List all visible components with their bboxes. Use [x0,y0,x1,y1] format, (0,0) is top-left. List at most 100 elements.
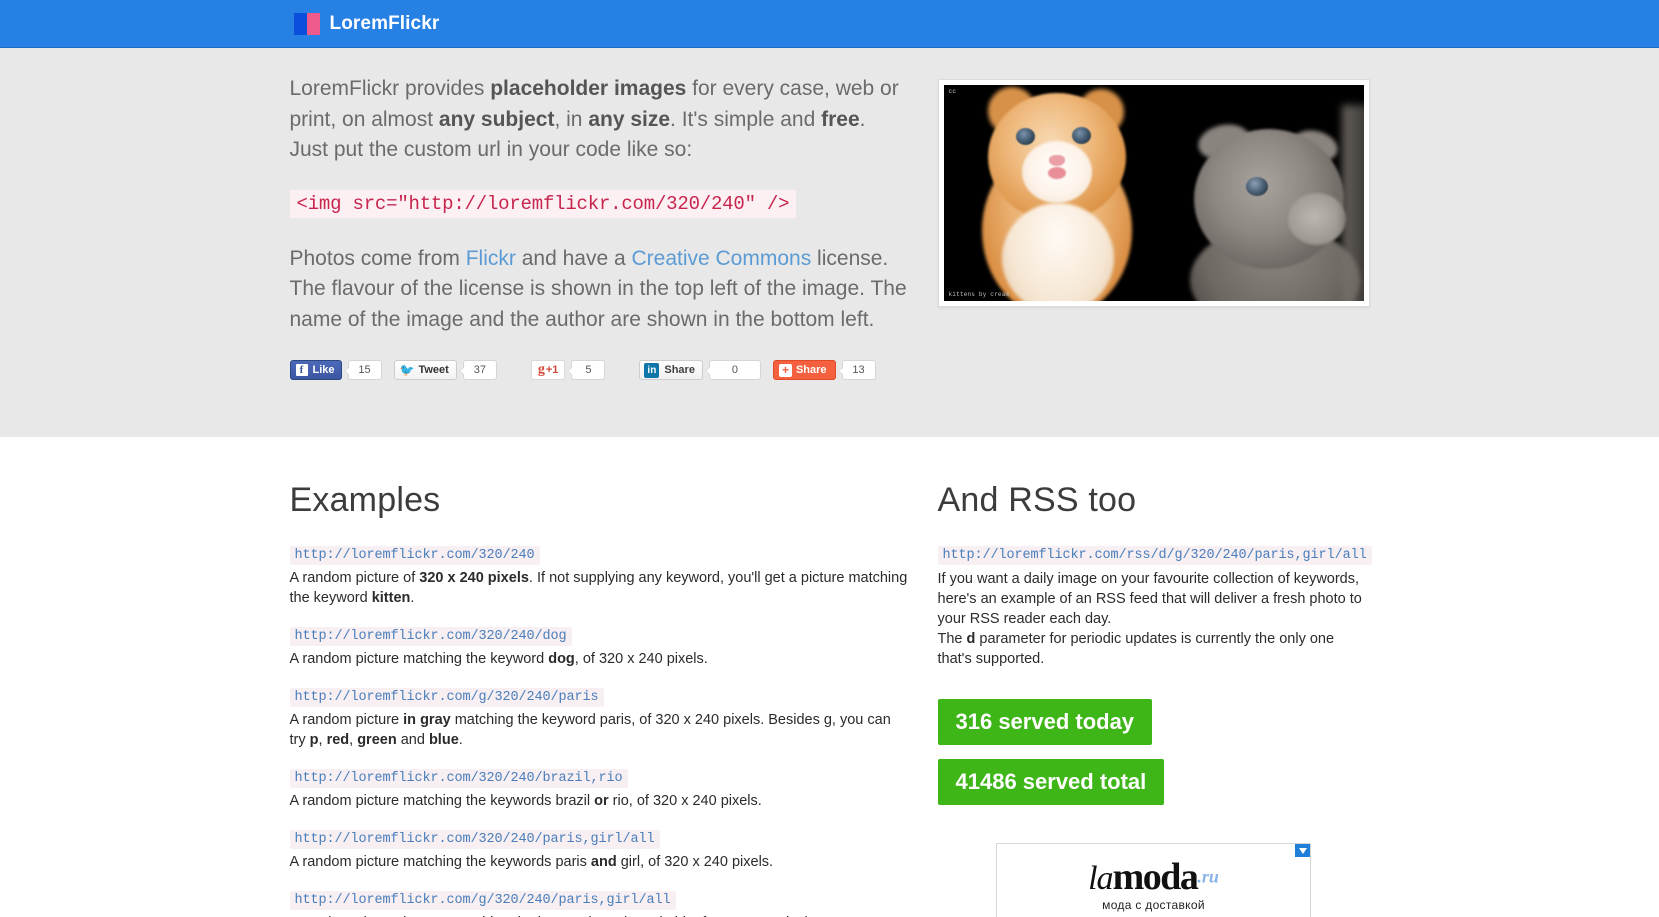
example-desc-text: A random picture matching the keyword [289,651,549,668]
examples-list: http://loremflickr.com/320/240 A random p… [289,545,908,917]
img-tag-snippet[interactable]: <img src="http://loremflickr.com/320/240… [289,189,797,218]
linkedin-share-count: 0 [704,360,761,380]
facebook-icon: f [295,364,308,376]
rss-param-text-2: parameter for periodic updates is curren… [937,631,1335,668]
example-url[interactable]: http://loremflickr.com/320/240 [289,546,540,566]
example-description: A random picture matching the keywords p… [290,852,908,872]
lamoda-ad-banner[interactable]: lamoda.ru мода с доставкой [996,843,1311,917]
examples-heading: Examples [289,481,441,519]
ad-brand-logo: lamoda.ru [997,844,1310,896]
addthis-share-button[interactable]: + Share [772,360,836,380]
example-desc-text: and [396,732,429,749]
served-total-badge: 41486 served total [937,759,1165,806]
example-desc-text: A random picture matching the keywords p… [289,854,591,871]
addthis-share-count: 13 [837,360,876,380]
linkedin-share-button[interactable]: in Share [639,360,703,380]
ad-brand-ru: .ru [1197,867,1219,888]
hero-text-column: LoremFlickr provides placeholder images … [289,74,908,381]
example-url[interactable]: http://loremflickr.com/g/320/240/paris,g… [289,891,676,911]
rss-param-text-1: The [937,631,967,648]
served-today-badge: 316 served today [937,699,1153,746]
example-desc-text: , [349,732,358,749]
facebook-like-group[interactable]: f Like 15 [289,360,382,380]
top-navbar: LoremFlickr [0,0,1659,48]
rss-description: If you want a daily image on your favour… [937,571,1362,628]
brand-title: LoremFlickr [329,12,440,34]
twitter-tweet-group[interactable]: 🐦 Tweet 37 [393,360,497,380]
addthis-plus-icon: + [778,363,792,377]
intro-bold-placeholder-images: placeholder images [490,77,687,100]
advertisement-wrap: lamoda.ru мода с доставкой [938,843,1370,917]
twitter-tweet-label: Tweet [418,364,449,376]
facebook-like-button[interactable]: f Like [289,360,342,380]
twitter-tweet-button[interactable]: 🐦 Tweet [393,360,457,380]
intro-bold-free: free [821,107,860,131]
intro-text-1: LoremFlickr provides [289,77,491,100]
addthis-share-label: Share [795,364,827,376]
adchoices-icon[interactable] [1295,844,1310,858]
rss-feed-url[interactable]: http://loremflickr.com/rss/d/g/320/240/p… [937,546,1372,566]
example-url[interactable]: http://loremflickr.com/320/240/dog [289,627,572,647]
example-item: http://loremflickr.com/320/240/dog A rand… [289,626,908,669]
example-url[interactable]: http://loremflickr.com/320/240/brazil,ri… [289,769,628,789]
example-desc-text: . [410,590,415,607]
example-desc-text: A random picture [289,712,404,729]
social-share-bar: f Like 15 🐦 Tweet 37 g +1 5 in Share 0 +… [289,359,908,381]
rss-parameter-note: The d parameter for periodic updates is … [938,629,1370,669]
example-desc-bold: kitten [371,590,411,607]
sample-image-frame[interactable]: cc kittens by cream [937,79,1370,307]
loremflickr-logo-icon [293,12,320,35]
hero-image-column: cc kittens by cream [937,74,1370,381]
example-url-wrap: http://loremflickr.com/320/240/paris,gir… [289,829,908,850]
example-desc-bold: green [357,732,397,749]
brand-link[interactable]: LoremFlickr [293,12,440,35]
cc-license-icon: cc [948,88,957,95]
examples-column: Examples http://loremflickr.com/320/240 A… [289,481,908,917]
example-item: http://loremflickr.com/320/240/paris,gir… [289,829,908,872]
facebook-like-count: 15 [343,360,382,380]
example-desc-text: . [458,732,463,749]
example-url-wrap: http://loremflickr.com/g/320/240/paris [289,687,908,708]
rss-url-wrap: http://loremflickr.com/rss/d/g/320/240/p… [937,545,1372,566]
example-desc-text: rio, of 320 x 240 pixels. [608,793,762,810]
main-content: Examples http://loremflickr.com/320/240 A… [289,437,1372,917]
creative-commons-link[interactable]: Creative Commons [631,247,811,270]
license-text-2: and have a [515,246,632,270]
flickr-link[interactable]: Flickr [466,247,516,270]
ad-brand-la: la [1088,860,1113,898]
example-desc-bold: red [326,732,350,749]
googleplus-plusone-label: +1 [545,364,559,376]
example-desc-text: A random picture matching the keywords b… [289,793,595,810]
example-desc-bold: blue [428,732,459,749]
example-description: A random picture of 320 x 240 pixels. If… [290,568,908,608]
intro-bold-any-subject: any subject [438,107,555,131]
served-total-wrap: 41486 served total [937,759,1370,806]
example-desc-bold: dog [548,651,575,668]
linkedin-group[interactable]: in Share 0 [639,360,761,380]
example-desc-text: , [318,732,327,749]
twitter-tweet-count: 37 [458,360,497,380]
ad-tagline: мода с доставкой [1102,898,1205,913]
example-item: http://loremflickr.com/g/320/240/paris,g… [289,890,908,917]
facebook-like-label: Like [312,364,335,376]
example-item: http://loremflickr.com/g/320/240/paris A … [289,687,908,750]
kittens-placeholder-image: cc kittens by cream [943,85,1364,301]
image-caption: kittens by cream [948,291,1010,298]
example-desc-bold: and [590,854,617,871]
example-url[interactable]: http://loremflickr.com/g/320/240/paris [289,688,604,708]
intro-text-3: , in [554,107,589,131]
addthis-group[interactable]: + Share 13 [772,360,876,380]
license-paragraph: Photos come from Flickr and have a Creat… [290,244,908,336]
googleplus-count: 5 [567,360,606,380]
example-desc-text: A random picture of [289,570,420,587]
rss-heading: And RSS too [937,481,1137,519]
example-url-wrap: http://loremflickr.com/320/240/brazil,ri… [289,768,908,789]
example-description: A random picture matching the keywords b… [290,791,908,811]
googleplus-plusone-button[interactable]: g +1 [530,360,566,380]
googleplus-group[interactable]: g +1 5 [530,360,606,380]
example-desc-bold: 320 x 240 pixels [419,570,529,587]
intro-text-4: . It's simple and [670,107,822,131]
example-item: http://loremflickr.com/320/240 A random p… [289,545,908,608]
intro-paragraph: LoremFlickr provides placeholder images … [290,74,908,166]
example-url[interactable]: http://loremflickr.com/320/240/paris,gir… [289,830,660,850]
